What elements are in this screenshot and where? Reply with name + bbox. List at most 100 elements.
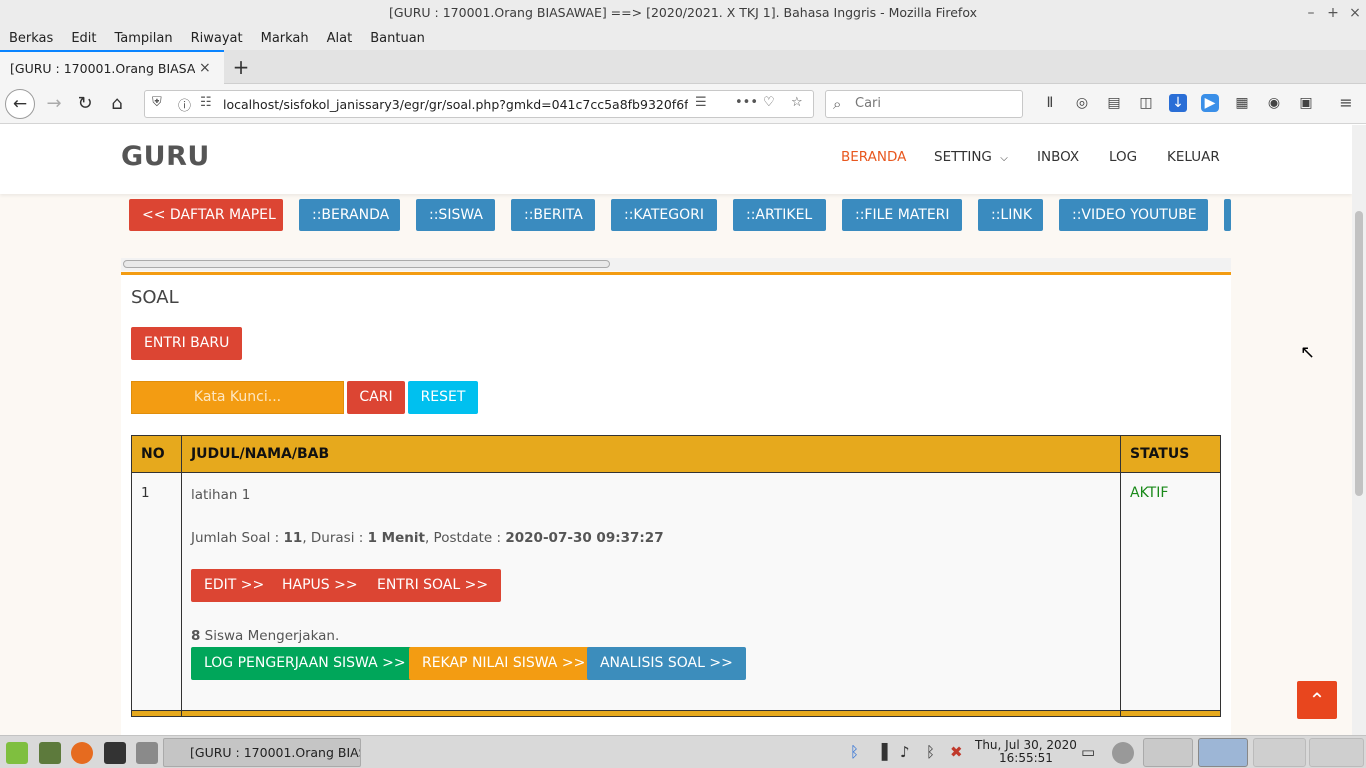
menu-riwayat[interactable]: Riwayat: [191, 31, 243, 46]
hapus-button[interactable]: HAPUS >>: [268, 569, 371, 602]
kategori-button[interactable]: ::KATEGORI: [611, 199, 717, 231]
volume-icon[interactable]: ♪: [900, 743, 910, 761]
header-judul: JUDUL/NAMA/BAB: [180, 435, 1122, 473]
extension-icon[interactable]: ▤: [1105, 94, 1123, 112]
pocket-icon[interactable]: ♡: [763, 95, 775, 110]
clock-time: 16:55:51: [999, 751, 1053, 765]
siswa-count-value: 8: [190, 628, 201, 644]
search-input[interactable]: ⌕ Cari: [825, 90, 1023, 118]
nav-beranda[interactable]: BERANDA: [841, 149, 906, 165]
browser-tab[interactable]: [GURU : 170001.Orang BIASAWAE ×: [0, 50, 224, 84]
site-logo[interactable]: GURU: [121, 141, 210, 172]
reader-view-icon[interactable]: ☰: [695, 95, 707, 110]
nav-log[interactable]: LOG: [1109, 149, 1137, 165]
log-pengerjaan-button[interactable]: LOG PENGERJAAN SISWA >>: [190, 647, 419, 680]
site-header: GURU BERANDA SETTING ⌵ INBOX LOG KELUAR: [0, 125, 1352, 194]
lock-icon[interactable]: ▣: [1297, 94, 1315, 112]
analisis-soal-button[interactable]: ANALISIS SOAL >>: [586, 647, 746, 680]
sidebar-icon[interactable]: ◫: [1137, 94, 1155, 112]
video-youtube-button[interactable]: ::VIDEO YOUTUBE: [1059, 199, 1208, 231]
bluetooth-status-icon[interactable]: ᛒ: [926, 743, 935, 761]
window-title-bar: [GURU : 170001.Orang BIASAWAE] ==> [2020…: [0, 0, 1366, 26]
hamburger-menu-icon[interactable]: ≡: [1337, 94, 1355, 112]
back-arrow-icon[interactable]: ←: [5, 89, 35, 119]
menu-berkas[interactable]: Berkas: [9, 31, 53, 46]
mint-menu-icon[interactable]: [6, 742, 28, 764]
postdate-label: , Postdate :: [424, 530, 506, 546]
entri-soal-button[interactable]: ENTRI SOAL >>: [363, 569, 502, 602]
artikel-button[interactable]: ::ARTIKEL: [733, 199, 826, 231]
horizontal-scroll-thumb[interactable]: [123, 260, 610, 268]
link-button[interactable]: ::LINK: [978, 199, 1043, 231]
header-no: NO: [131, 435, 182, 473]
account-icon[interactable]: ◉: [1265, 94, 1283, 112]
terminal-icon[interactable]: [104, 742, 126, 764]
menu-tampilan[interactable]: Tampilan: [115, 31, 173, 46]
info-icon[interactable]: ⓘ: [178, 95, 191, 114]
menu-markah[interactable]: Markah: [261, 31, 309, 46]
workspace-3[interactable]: [1253, 738, 1306, 767]
forward-arrow-icon[interactable]: →: [40, 90, 68, 118]
close-window-button[interactable]: ×: [1344, 0, 1366, 26]
daftar-mapel-button[interactable]: << DAFTAR MAPEL: [129, 199, 283, 231]
bluetooth-icon[interactable]: ᛒ: [850, 743, 859, 761]
shield-icon[interactable]: ⛨: [152, 95, 162, 110]
workspace-4[interactable]: [1309, 738, 1364, 767]
page-viewport: GURU BERANDA SETTING ⌵ INBOX LOG KELUAR …: [0, 125, 1366, 735]
keyword-input[interactable]: Kata Kunci...: [131, 381, 344, 414]
clock[interactable]: Thu, Jul 30, 2020 16:55:51: [975, 739, 1077, 765]
permissions-icon[interactable]: ☷: [200, 95, 212, 110]
siswa-count: 8 Siswa Mengerjakan.: [191, 628, 339, 644]
globe-icon[interactable]: ◎: [1073, 94, 1091, 112]
edit-button[interactable]: EDIT >>: [190, 569, 278, 602]
workspace-1[interactable]: [1143, 738, 1193, 767]
minimize-button[interactable]: –: [1300, 0, 1322, 26]
reset-button[interactable]: RESET: [408, 381, 478, 414]
menu-bantuan[interactable]: Bantuan: [370, 31, 425, 46]
page-actions-icon[interactable]: •••: [735, 95, 758, 110]
home-icon[interactable]: ⌂: [103, 90, 131, 118]
berita-button[interactable]: ::BERITA: [511, 199, 595, 231]
menu-alat[interactable]: Alat: [327, 31, 353, 46]
nav-inbox[interactable]: INBOX: [1037, 149, 1079, 165]
window-title: [GURU : 170001.Orang BIASAWAE] ==> [2020…: [389, 5, 977, 20]
next-row-header-status: [1120, 710, 1221, 717]
url-bar[interactable]: ⛨ ⓘ ☷ localhost/sisfokol_janissary3/egr/…: [144, 90, 814, 118]
battery-icon[interactable]: ▭: [1081, 743, 1095, 761]
zoom-video-icon[interactable]: ▶: [1201, 94, 1219, 112]
reload-icon[interactable]: ↻: [71, 90, 99, 118]
vertical-scroll-thumb[interactable]: [1355, 211, 1363, 496]
library-icon[interactable]: Ⅱ: [1041, 94, 1059, 112]
url-text[interactable]: localhost/sisfokol_janissary3/egr/gr/soa…: [223, 97, 688, 112]
qr-code-icon[interactable]: ▦: [1233, 94, 1251, 112]
update-warning-icon[interactable]: ✖: [950, 743, 963, 761]
menu-edit[interactable]: Edit: [71, 31, 96, 46]
cari-button[interactable]: CARI: [347, 381, 405, 414]
entri-baru-button[interactable]: ENTRI BARU: [131, 327, 243, 360]
vertical-scrollbar[interactable]: [1352, 125, 1366, 735]
nav-setting[interactable]: SETTING ⌵: [934, 149, 1008, 165]
file-materi-button[interactable]: ::FILE MATERI: [842, 199, 962, 231]
soal-title: latihan 1: [190, 487, 251, 503]
rekap-nilai-button[interactable]: REKAP NILAI SISWA >>: [408, 647, 599, 680]
tab-close-icon[interactable]: ×: [199, 60, 211, 76]
chevron-down-icon: ⌵: [1000, 153, 1008, 164]
horizontal-scrollbar[interactable]: [121, 258, 1231, 271]
table-row: 1 latihan 1 Jumlah Soal : 11, Durasi : 1…: [131, 472, 1221, 711]
maximize-button[interactable]: +: [1322, 0, 1344, 26]
app-indicator-icon[interactable]: [1112, 742, 1134, 764]
nav-keluar[interactable]: KELUAR: [1167, 149, 1220, 165]
scroll-to-top-button[interactable]: ⌃: [1297, 681, 1337, 719]
show-desktop-icon[interactable]: [39, 742, 61, 764]
firefox-launcher-icon[interactable]: [71, 742, 93, 764]
bookmark-star-icon[interactable]: ☆: [791, 95, 803, 110]
workspace-2[interactable]: [1198, 738, 1248, 767]
download-icon[interactable]: ↓: [1169, 94, 1187, 112]
new-tab-button[interactable]: +: [229, 54, 253, 80]
taskbar-firefox-window[interactable]: [GURU : 170001.Orang BIAS...: [163, 738, 361, 767]
network-signal-icon[interactable]: ▐: [876, 743, 888, 761]
beranda-button[interactable]: ::BERANDA: [299, 199, 400, 231]
files-icon[interactable]: [136, 742, 158, 764]
siswa-button[interactable]: ::SISWA: [416, 199, 495, 231]
more-button-clipped[interactable]: [1224, 199, 1231, 231]
